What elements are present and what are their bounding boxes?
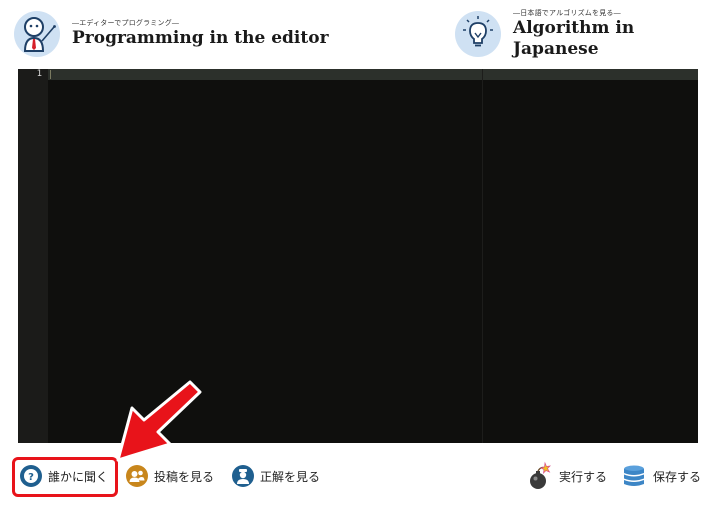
view-posts-label: 投稿を見る: [154, 469, 215, 484]
mode-subtitle: ―エディターでプログラミング―: [72, 19, 180, 27]
view-answer-button[interactable]: 正解を見る: [232, 462, 320, 490]
mode-subtitle: ―日本語でアルゴリズムを見る―: [513, 8, 621, 17]
people-icon: [126, 465, 148, 487]
save-button[interactable]: 保存する: [621, 462, 701, 490]
view-posts-button[interactable]: 投稿を見る: [126, 462, 214, 490]
ask-someone-button[interactable]: ? 誰かに聞く: [20, 462, 108, 490]
save-label: 保存する: [653, 469, 702, 484]
view-answer-label: 正解を見る: [260, 469, 321, 484]
lightbulb-icon: [455, 11, 501, 57]
mode-algorithm-in-japanese[interactable]: ―日本語でアルゴリズムを見る― Algorithm in Japanese: [455, 8, 711, 59]
teacher-pointer-icon: [14, 11, 60, 57]
person-icon: [232, 465, 254, 487]
code-editor[interactable]: 1: [18, 69, 698, 443]
database-icon: [621, 463, 647, 489]
question-icon: ?: [20, 465, 42, 487]
code-text-area[interactable]: [48, 69, 698, 443]
line-number: 1: [36, 69, 42, 79]
run-button[interactable]: 実行する: [527, 461, 608, 491]
text-cursor: [50, 70, 51, 79]
line-number-gutter: 1: [18, 69, 48, 443]
mode-programming-in-editor[interactable]: ―エディターでプログラミング― Programming in the edito…: [14, 10, 329, 58]
print-margin: [482, 69, 483, 443]
bomb-icon: [527, 461, 553, 491]
mode-title: Algorithm in Japanese: [513, 17, 635, 59]
ask-someone-label: 誰かに聞く: [48, 469, 109, 484]
svg-text:?: ?: [28, 472, 34, 483]
mode-title: Programming in the editor: [72, 28, 329, 48]
run-label: 実行する: [559, 469, 608, 484]
